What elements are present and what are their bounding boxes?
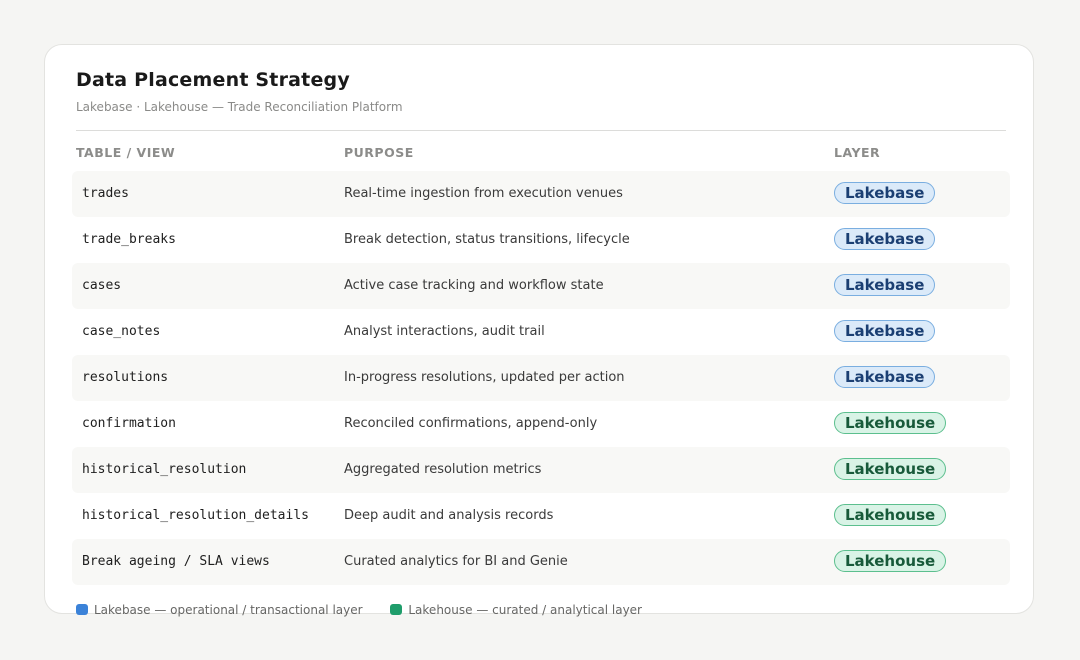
page-subtitle: Lakebase · Lakehouse — Trade Reconciliat… [76,100,403,114]
placement-card: Data Placement Strategy Lakebase · Lakeh… [44,44,1034,617]
layer-badge: Lakehouse [834,550,947,572]
column-header-purpose: PURPOSE [344,145,414,160]
table-name: Break ageing / SLA views [82,554,270,569]
table-purpose: Deep audit and analysis records [344,508,554,523]
lakehouse-swatch-icon [390,603,403,615]
table-row: confirmation Reconciled confirmations, a… [72,401,1010,447]
table-row: resolutions In-progress resolutions, upd… [72,355,1010,401]
table-row: Break ageing / SLA views Curated analyti… [72,539,1010,585]
lakebase-swatch-icon [76,603,88,615]
page-title: Data Placement Strategy [76,69,350,91]
layer-badge: Lakebase [834,274,936,296]
layer-badge: Lakebase [834,182,936,204]
table-row: trade_breaks Break detection, status tra… [72,217,1010,263]
table-name: cases [82,278,122,293]
layer-badge: Lakebase [834,366,936,388]
legend-item-lakebase: Lakebase — operational / transactional l… [76,603,363,617]
table-purpose: Break detection, status transitions, lif… [344,232,630,247]
table-row: historical_resolution Aggregated resolut… [72,447,1010,493]
layer-badge: Lakebase [834,320,936,342]
table-name: historical_resolution [82,462,247,477]
table-purpose: Real-time ingestion from execution venue… [344,186,623,201]
legend-label: Lakehouse — curated / analytical layer [408,602,642,617]
legend-item-lakehouse: Lakehouse — curated / analytical layer [390,603,642,617]
header-divider [76,130,1006,131]
table-row: trades Real-time ingestion from executio… [72,171,1010,217]
table-purpose: Reconciled confirmations, append-only [344,416,598,431]
table-name: resolutions [82,370,169,385]
layer-badge: Lakehouse [834,412,947,434]
table-purpose: In-progress resolutions, updated per act… [344,370,625,385]
table-name: confirmation [82,416,176,431]
column-header-name: TABLE / VIEW [76,145,176,160]
table-row: cases Active case tracking and workflow … [72,263,1010,309]
table-name: trade_breaks [82,232,176,247]
table-purpose: Analyst interactions, audit trail [344,324,545,339]
table-purpose: Curated analytics for BI and Genie [344,554,568,569]
legend: Lakebase — operational / transactional l… [76,602,666,617]
placement-table: trades Real-time ingestion from executio… [72,171,1010,585]
table-name: trades [82,186,129,201]
table-name: case_notes [82,324,161,339]
table-purpose: Active case tracking and workflow state [344,278,604,293]
column-header-layer: LAYER [834,145,881,160]
table-row: historical_resolution_details Deep audit… [72,493,1010,539]
layer-badge: Lakehouse [834,504,947,526]
legend-label: Lakebase — operational / transactional l… [94,602,363,617]
layer-badge: Lakebase [834,228,936,250]
layer-badge: Lakehouse [834,458,947,480]
table-row: case_notes Analyst interactions, audit t… [72,309,1010,355]
table-purpose: Aggregated resolution metrics [344,462,542,477]
table-name: historical_resolution_details [82,508,309,523]
